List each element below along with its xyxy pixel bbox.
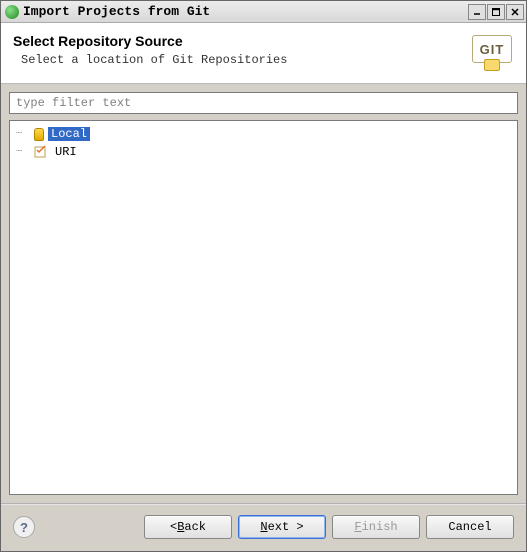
wizard-footer: ? < Back Next > Finish Cancel [1,505,526,551]
titlebar: Import Projects from Git [1,1,526,23]
window-title: Import Projects from Git [23,4,467,19]
filter-input[interactable] [9,92,518,114]
close-button[interactable] [506,4,524,20]
help-icon: ? [20,520,28,535]
page-subtitle: Select a location of Git Repositories [13,53,470,67]
tree-connector: ┈ [16,128,34,140]
help-button[interactable]: ? [13,516,35,538]
checklist-icon [34,145,48,159]
database-icon [34,128,44,141]
app-icon [5,5,19,19]
close-icon [510,7,520,17]
git-logo: GIT [470,33,514,71]
wizard-header: Select Repository Source Select a locati… [1,23,526,84]
maximize-button[interactable] [487,4,505,20]
window-controls [467,4,524,20]
tree-connector: ┈ [16,146,34,158]
cancel-button[interactable]: Cancel [426,515,514,539]
tree-item-label: Local [48,127,90,141]
content-area: ┈ Local ┈ URI [1,84,526,495]
back-button[interactable]: < Back [144,515,232,539]
git-logo-text: GIT [480,42,505,57]
maximize-icon [491,7,501,17]
header-text: Select Repository Source Select a locati… [13,33,470,67]
page-title: Select Repository Source [13,33,470,49]
finish-button: Finish [332,515,420,539]
minimize-button[interactable] [468,4,486,20]
tree-item-label: URI [52,145,80,159]
repository-source-tree[interactable]: ┈ Local ┈ URI [9,120,518,495]
tree-item-uri[interactable]: ┈ URI [12,143,515,161]
minimize-icon [472,7,482,17]
wizard-window: Import Projects from Git Select Reposito… [0,0,527,552]
tree-item-local[interactable]: ┈ Local [12,125,515,143]
next-button[interactable]: Next > [238,515,326,539]
